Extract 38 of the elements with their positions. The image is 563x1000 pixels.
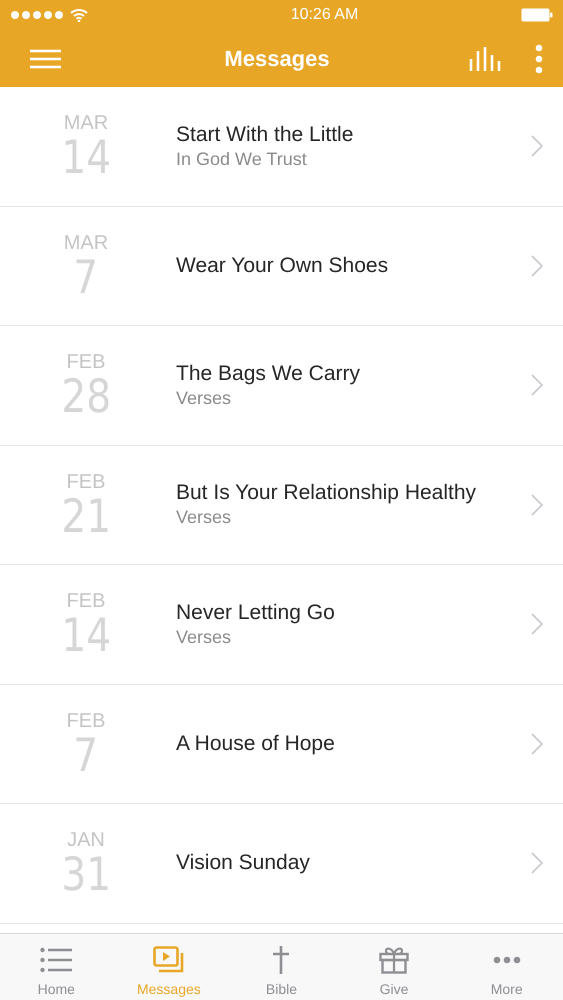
- chevron-right-icon: [531, 135, 543, 158]
- menu-icon: [30, 48, 61, 68]
- screen-title: Messages: [223, 46, 331, 72]
- message-title: Never Letting Go: [176, 600, 336, 625]
- gift-icon: [379, 946, 410, 974]
- message-subtitle: In God We Trust: [176, 148, 308, 170]
- message-subtitle: Verses: [176, 626, 232, 648]
- more-icon: [492, 956, 521, 964]
- date-month: FEB: [66, 351, 106, 374]
- signal-icon: [10, 10, 64, 20]
- date-month: FEB: [66, 590, 106, 612]
- more-vertical-icon: [535, 44, 543, 74]
- message-title: Wear Your Own Shoes: [176, 254, 390, 278]
- chevron-right-icon: [531, 732, 543, 755]
- chevron-right-icon: [531, 613, 543, 636]
- date-month: FEB: [66, 710, 106, 732]
- battery-icon: [520, 8, 553, 22]
- list-icon: [40, 947, 72, 973]
- date-month: MAR: [64, 112, 108, 134]
- date-month: JAN: [67, 829, 105, 852]
- status-time: 10:26 AM: [290, 6, 358, 24]
- date-month: FEB: [66, 470, 106, 493]
- message-title: But Is Your Relationship Healthy: [176, 481, 478, 506]
- chevron-right-icon: [531, 852, 543, 874]
- cross-icon: [271, 946, 292, 974]
- chevron-right-icon: [531, 494, 543, 516]
- message-title: Vision Sunday: [176, 851, 311, 876]
- chevron-right-icon: [531, 374, 543, 396]
- video-stack-icon: [152, 946, 185, 974]
- message-subtitle: Verses: [176, 388, 232, 409]
- message-title: A House of Hope: [176, 732, 336, 756]
- date-month: MAR: [64, 232, 108, 254]
- message-subtitle: Verses: [176, 507, 232, 528]
- bars-icon: [469, 46, 501, 70]
- message-title: The Bags We Carry: [176, 362, 362, 386]
- message-title: Start With the Little: [176, 122, 354, 147]
- chevron-right-icon: [531, 254, 543, 277]
- wifi-icon: [70, 8, 88, 22]
